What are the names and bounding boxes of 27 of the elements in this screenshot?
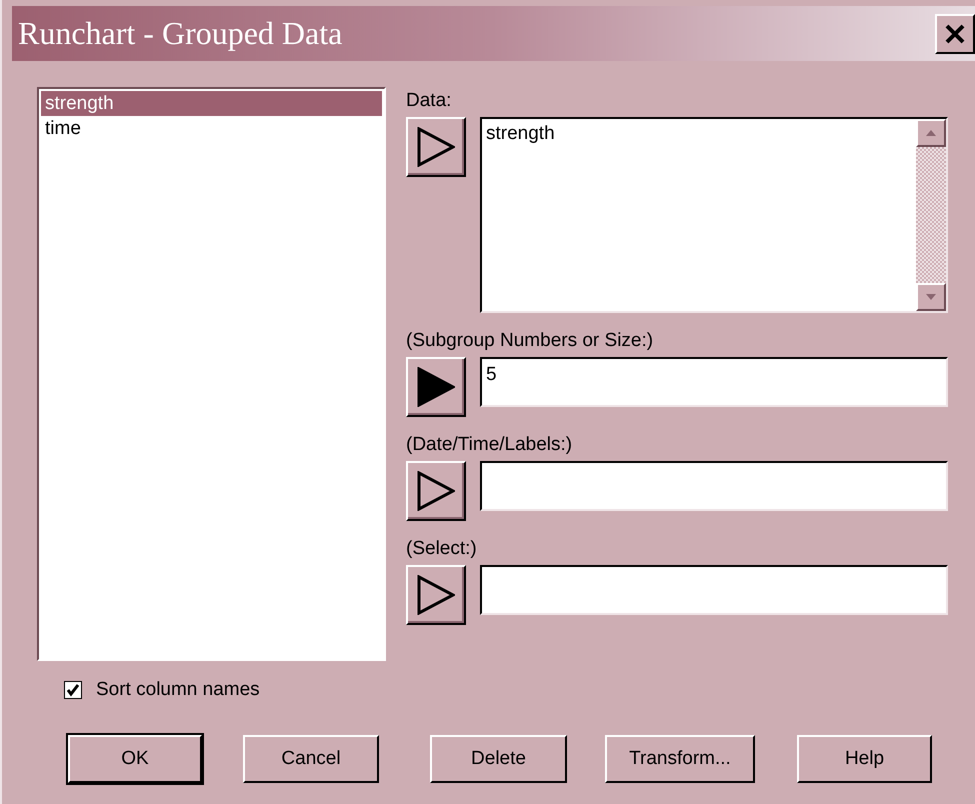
field-label: (Select:): [406, 537, 478, 561]
data-entry[interactable]: strength: [486, 123, 912, 145]
arrow-button[interactable]: [406, 117, 466, 177]
field-label: Data:: [406, 89, 452, 113]
close-button[interactable]: [935, 14, 975, 54]
data-list[interactable]: strength: [480, 117, 948, 313]
input-field[interactable]: [480, 565, 948, 615]
checkbox-label: Sort column names: [96, 679, 260, 701]
dialog-button[interactable]: Transform...: [605, 735, 755, 783]
checkbox[interactable]: [64, 681, 82, 699]
close-icon: [944, 22, 966, 44]
input-field[interactable]: [480, 461, 948, 511]
arrow-button[interactable]: [406, 461, 466, 521]
column-item[interactable]: time: [41, 116, 382, 141]
check-icon: [66, 683, 80, 697]
field-label: (Date/Time/Labels:): [406, 433, 574, 457]
input-field[interactable]: 5: [480, 357, 948, 407]
dialog-button[interactable]: Cancel: [243, 735, 379, 783]
field-label: (Subgroup Numbers or Size:): [406, 329, 654, 353]
column-item[interactable]: strength: [41, 91, 382, 116]
arrow-button[interactable]: [406, 357, 466, 417]
dialog-button[interactable]: OK: [68, 735, 202, 783]
column-list[interactable]: strength time: [37, 87, 386, 661]
arrow-button[interactable]: [406, 565, 466, 625]
window-title: Runchart - Grouped Data: [18, 15, 342, 52]
dialog-button[interactable]: Delete: [430, 735, 567, 783]
dialog-button[interactable]: Help: [797, 735, 932, 783]
